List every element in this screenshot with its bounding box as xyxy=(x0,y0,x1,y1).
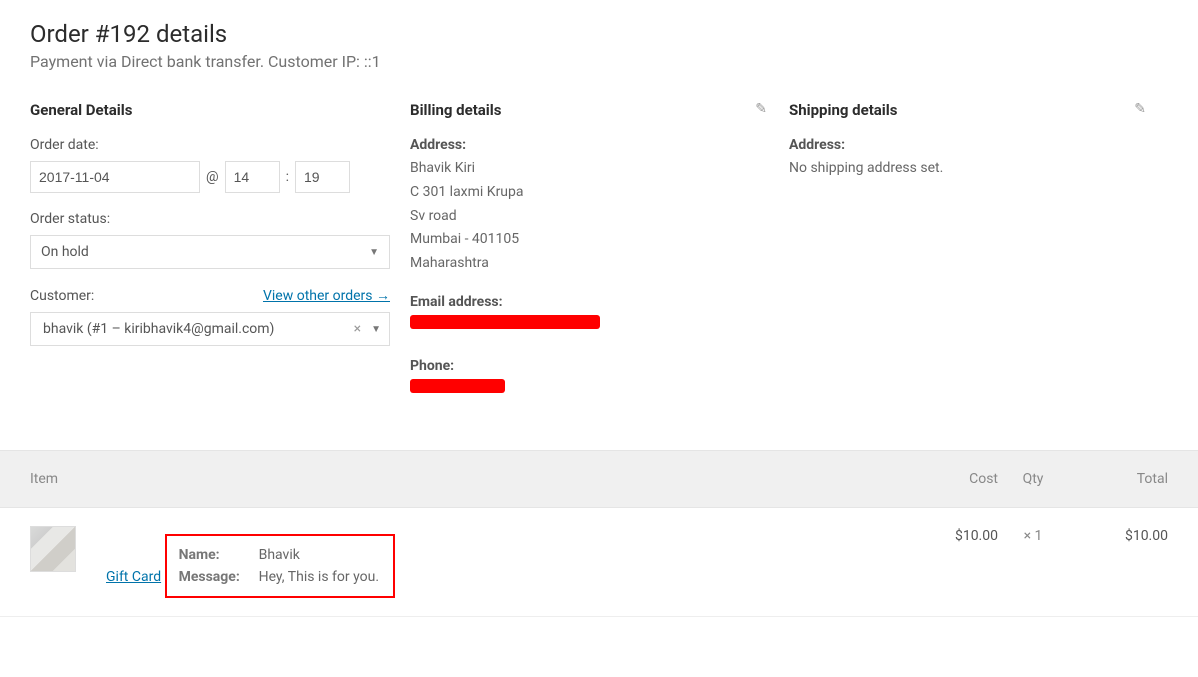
billing-email-label: Email address: xyxy=(410,294,769,310)
meta-message-key: Message: xyxy=(179,569,249,585)
item-cost: $10.00 xyxy=(908,528,998,544)
pencil-icon[interactable]: ✎ xyxy=(755,101,767,117)
page-title: Order #192 details xyxy=(30,20,1168,48)
order-date-input[interactable] xyxy=(30,161,200,193)
redacted-phone xyxy=(410,379,505,393)
billing-address: Bhavik Kiri C 301 laxmi Krupa Sv road Mu… xyxy=(410,157,769,276)
redacted-email xyxy=(410,315,600,329)
customer-select[interactable]: bhavik (#1 – kiribhavik4@gmail.com) × ▼ xyxy=(30,312,390,346)
billing-address-label: Address: xyxy=(410,137,769,153)
col-header-item: Item xyxy=(30,471,908,487)
billing-line: Sv road xyxy=(410,205,769,229)
billing-heading: Billing details xyxy=(410,101,769,119)
item-meta-box: Name: Bhavik Message: Hey, This is for y… xyxy=(165,534,395,598)
col-header-cost: Cost xyxy=(908,471,998,487)
meta-name-val: Bhavik xyxy=(259,547,300,563)
billing-line: Mumbai - 401105 xyxy=(410,228,769,252)
item-thumbnail[interactable] xyxy=(30,526,76,572)
customer-label: Customer: xyxy=(30,288,94,304)
billing-phone-label: Phone: xyxy=(410,358,769,374)
col-header-qty: Qty xyxy=(998,471,1068,487)
billing-line: C 301 laxmi Krupa xyxy=(410,181,769,205)
billing-line: Bhavik Kiri xyxy=(410,157,769,181)
customer-value: bhavik (#1 – kiribhavik4@gmail.com) xyxy=(39,321,354,337)
order-date-label: Order date: xyxy=(30,137,390,153)
items-header-row: Item Cost Qty Total xyxy=(0,450,1198,508)
order-minute-input[interactable] xyxy=(295,161,350,193)
shipping-address-label: Address: xyxy=(789,137,1148,153)
order-status-select[interactable]: On hold ▼ xyxy=(30,235,390,269)
page-subtitle: Payment via Direct bank transfer. Custom… xyxy=(30,52,1168,71)
at-separator: @ xyxy=(206,169,219,185)
order-hour-input[interactable] xyxy=(225,161,280,193)
order-status-label: Order status: xyxy=(30,211,390,227)
chevron-down-icon: ▼ xyxy=(369,247,379,258)
colon-separator: : xyxy=(286,169,289,185)
general-column: General Details Order date: @ : Order st… xyxy=(30,101,410,420)
view-other-orders-link[interactable]: View other orders → xyxy=(263,287,390,304)
billing-column: ✎ Billing details Address: Bhavik Kiri C… xyxy=(410,101,789,420)
pencil-icon[interactable]: ✎ xyxy=(1134,101,1146,117)
item-row: Gift Card Name: Bhavik Message: Hey, Thi… xyxy=(0,508,1198,617)
item-total: $10.00 xyxy=(1068,528,1168,544)
billing-line: Maharashtra xyxy=(410,252,769,276)
shipping-column: ✎ Shipping details Address: No shipping … xyxy=(789,101,1168,420)
shipping-heading: Shipping details xyxy=(789,101,1148,119)
meta-message-val: Hey, This is for you. xyxy=(259,569,379,585)
chevron-down-icon[interactable]: ▼ xyxy=(371,324,381,335)
general-heading: General Details xyxy=(30,101,390,119)
clear-icon[interactable]: × xyxy=(354,321,361,337)
shipping-none: No shipping address set. xyxy=(789,157,1148,181)
col-header-total: Total xyxy=(1068,471,1168,487)
meta-name-key: Name: xyxy=(179,547,249,563)
item-qty: × 1 xyxy=(998,528,1068,544)
order-status-value: On hold xyxy=(41,244,89,260)
item-name-link[interactable]: Gift Card xyxy=(106,569,161,585)
items-section: Item Cost Qty Total Gift Card Name: Bhav… xyxy=(0,450,1198,617)
